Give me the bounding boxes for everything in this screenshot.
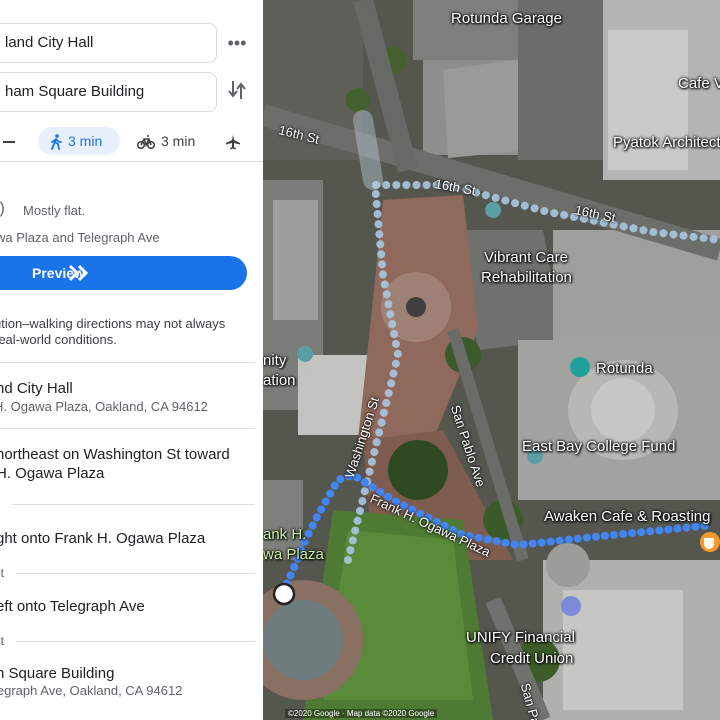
more-options-button[interactable]: •••: [224, 30, 250, 56]
place-unify-line1[interactable]: UNIFY Financial: [466, 629, 575, 646]
bike-icon: [136, 135, 156, 150]
step-end-title[interactable]: n Square Building: [0, 664, 114, 683]
place-cafe[interactable]: Cafe V: [678, 75, 720, 92]
more-horiz-icon: •••: [227, 33, 247, 53]
step-start-address: H. Ogawa Plaza, Oakland, CA 94612: [0, 399, 208, 414]
caution-line-1: ution–walking directions may not always: [0, 316, 226, 331]
step-2-instruction[interactable]: ght onto Frank H. Ogawa Plaza: [0, 529, 205, 548]
place-rotunda-garage[interactable]: Rotunda Garage: [451, 10, 562, 27]
directions-header: land City Hall ••• ham Square Building 3…: [0, 0, 263, 162]
travel-modes: 3 min 3 min: [0, 124, 263, 158]
bike-time: 3 min: [161, 133, 196, 149]
step-3-distance: et: [0, 634, 5, 648]
mode-driving[interactable]: [2, 127, 22, 155]
walk-time: 3 min: [68, 133, 103, 149]
divider: [0, 428, 255, 429]
place-plaza-line1[interactable]: ank H.: [263, 526, 306, 543]
place-awaken-cafe[interactable]: Awaken Cafe & Roasting: [544, 508, 711, 525]
step-start-title[interactable]: nd City Hall: [0, 379, 73, 398]
mode-flights[interactable]: [225, 127, 245, 155]
place-community-line1[interactable]: nity: [263, 352, 286, 369]
map-copyright: ©2020 Google · Map data ©2020 Google: [285, 709, 438, 718]
divider: [16, 641, 255, 642]
divider: [0, 362, 255, 363]
route-via: wa Plaza and Telegraph Ave: [0, 230, 160, 245]
place-east-bay-college-fund[interactable]: East Bay College Fund: [522, 438, 675, 455]
step-1-instruction[interactable]: northeast on Washington St toward: [0, 445, 230, 464]
place-vibrant-care-line2[interactable]: Rehabilitation: [481, 269, 572, 286]
place-rotunda[interactable]: Rotunda: [596, 360, 653, 377]
place-pyatok-architects[interactable]: Pyatok Architect: [613, 134, 720, 151]
mode-cycling[interactable]: 3 min: [136, 127, 201, 155]
place-unify-line2[interactable]: Credit Union: [490, 650, 573, 667]
double-chevron-right-icon: [68, 264, 89, 282]
walk-icon: [51, 134, 62, 151]
dash-icon: [3, 141, 15, 144]
route-distance: i): [0, 200, 5, 217]
swap-button[interactable]: [224, 79, 250, 105]
destination-input[interactable]: ham Square Building: [0, 72, 217, 112]
satellite-map[interactable]: Rotunda Garage Cafe V Pyatok Architect V…: [263, 0, 720, 720]
step-end-address: legraph Ave, Oakland, CA 94612: [0, 683, 183, 698]
place-plaza-line2[interactable]: wa Plaza: [263, 546, 324, 563]
step-2-distance: et: [0, 566, 5, 580]
swap-vert-icon: [228, 81, 246, 99]
origin-input[interactable]: land City Hall: [0, 23, 217, 63]
step-1-instruction-cont: H. Ogawa Plaza: [0, 465, 105, 482]
divider: [16, 573, 255, 574]
route-terrain: Mostly flat.: [23, 203, 86, 218]
divider: [12, 504, 255, 505]
step-3-instruction[interactable]: eft onto Telegraph Ave: [0, 597, 145, 616]
place-vibrant-care-line1[interactable]: Vibrant Care: [484, 249, 568, 266]
place-community-line2[interactable]: ation: [263, 372, 296, 389]
preview-button[interactable]: Preview: [0, 256, 247, 290]
mode-walking[interactable]: 3 min: [38, 127, 120, 155]
flight-icon: [226, 135, 240, 150]
caution-line-2: real-world conditions.: [0, 332, 117, 347]
caution-note: ution–walking directions may not always …: [0, 316, 254, 348]
directions-panel: land City Hall ••• ham Square Building 3…: [0, 0, 263, 720]
